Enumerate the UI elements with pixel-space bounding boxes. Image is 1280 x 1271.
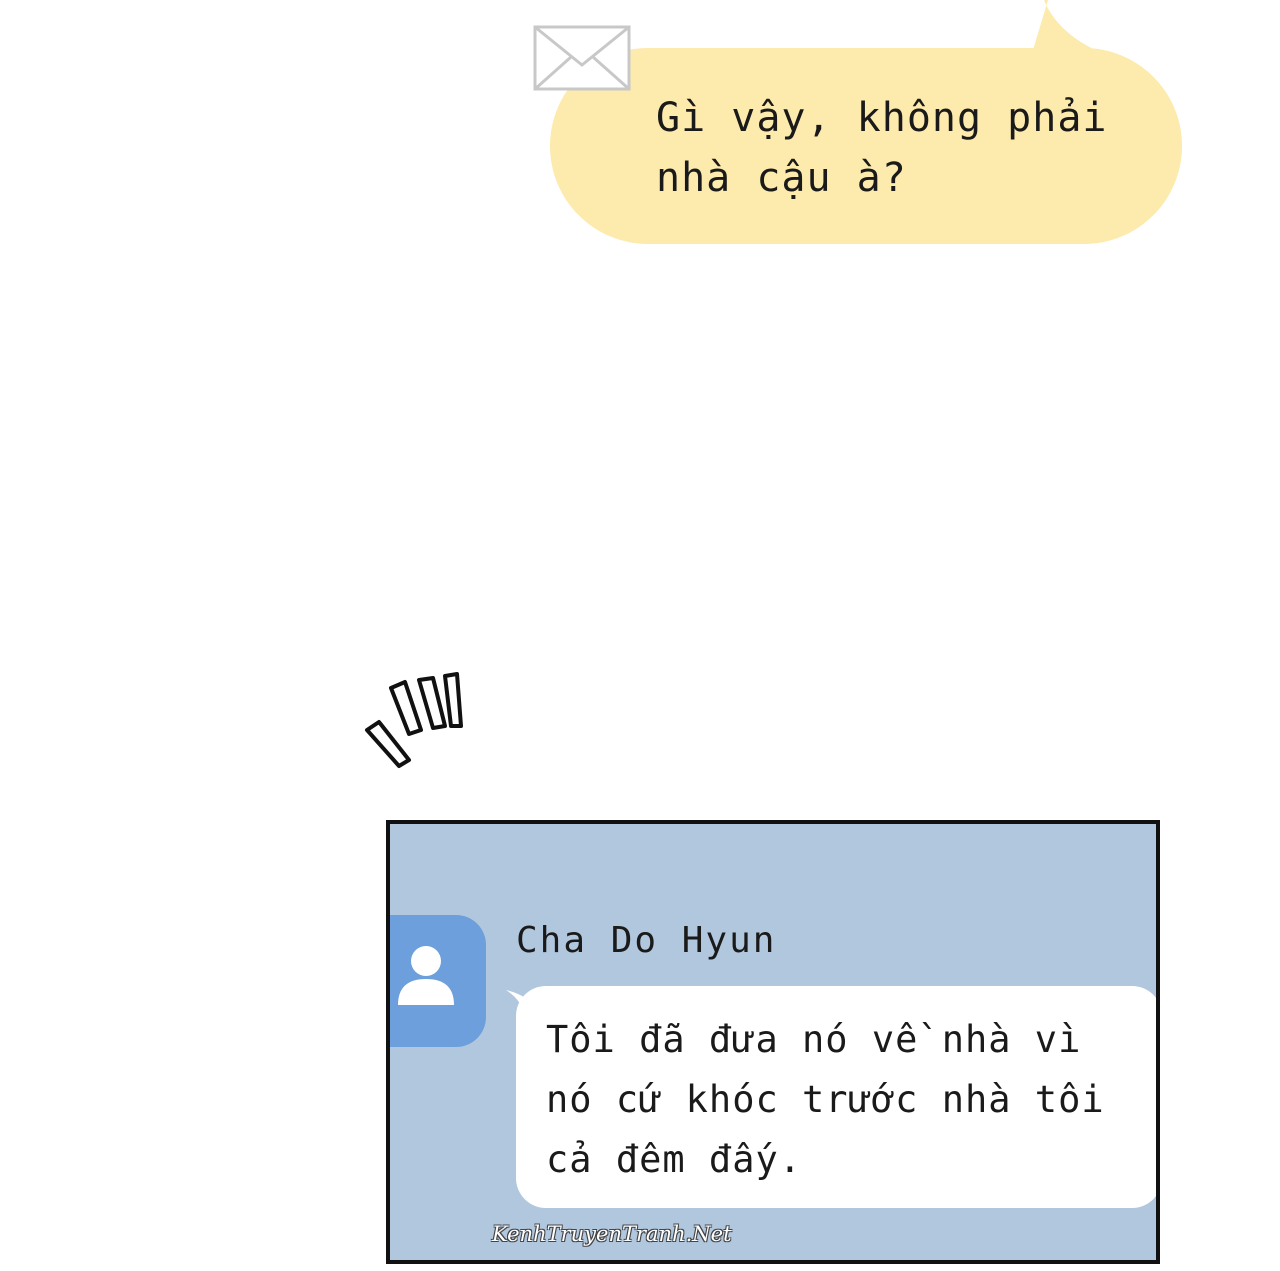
avatar[interactable] bbox=[390, 915, 486, 1047]
mail-icon bbox=[533, 25, 631, 91]
message-text: Tôi đã đưa nó về nhà vì nó cứ khóc trước… bbox=[546, 1018, 1105, 1181]
user-icon bbox=[398, 946, 454, 1005]
watermark: KenhTruyenTranh.Net bbox=[492, 1222, 732, 1246]
incoming-message-bubble: Gì vậy, không phải nhà cậu à? bbox=[540, 0, 1200, 260]
sender-name: Cha Do Hyun bbox=[516, 920, 777, 961]
chat-panel: Cha Do Hyun Tôi đã đưa nó về nhà vì nó c… bbox=[386, 820, 1160, 1264]
incoming-message-text: Gì vậy, không phải nhà cậu à? bbox=[656, 95, 1108, 201]
emphasis-marks bbox=[365, 672, 463, 768]
